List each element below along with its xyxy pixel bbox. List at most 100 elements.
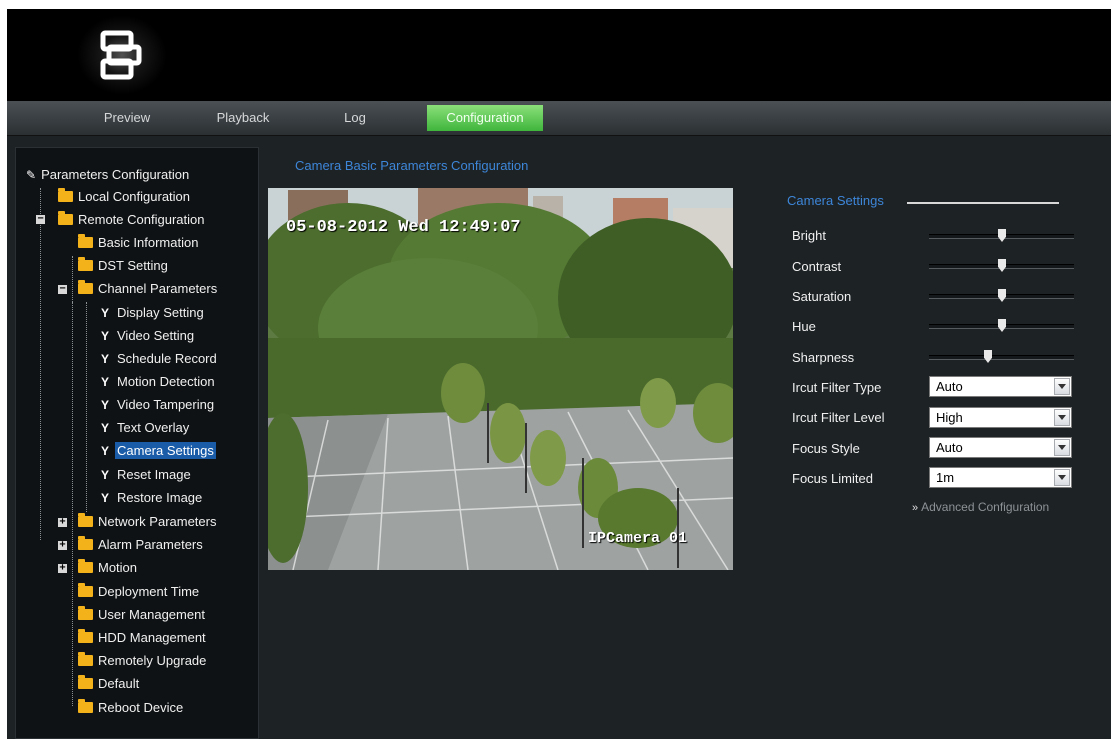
sharpness-slider[interactable] xyxy=(929,350,1074,363)
tab-preview[interactable]: Preview xyxy=(87,105,167,131)
sidebar-item-reset-image[interactable]: Y Reset Image xyxy=(98,464,193,486)
tab-playback[interactable]: Playback xyxy=(203,105,283,131)
slider-thumb[interactable] xyxy=(998,319,1006,332)
chevron-down-icon[interactable] xyxy=(1054,439,1070,456)
slider-thumb[interactable] xyxy=(998,289,1006,302)
folder-icon xyxy=(78,257,93,271)
sidebar-item-basic-information[interactable]: Basic Information xyxy=(78,232,200,254)
folder-icon xyxy=(78,536,93,550)
tuning-fork-icon: Y xyxy=(100,352,109,366)
tree-root[interactable]: ✎ Parameters Configuration xyxy=(26,164,191,186)
slider-thumb[interactable] xyxy=(984,350,992,363)
folder-icon xyxy=(78,559,93,573)
sidebar-item-user-management[interactable]: User Management xyxy=(78,604,207,626)
main-nav: Preview Playback Log Configuration xyxy=(7,101,1111,136)
sidebar-item-restore-image[interactable]: Y Restore Image xyxy=(98,487,204,509)
sidebar-item-deployment-time[interactable]: Deployment Time xyxy=(78,581,201,603)
focus-limited-label: Focus Limited xyxy=(792,471,873,486)
sidebar-item-motion-detection[interactable]: Y Motion Detection xyxy=(98,371,217,393)
folder-icon xyxy=(78,675,93,689)
settings-divider xyxy=(907,202,1059,204)
tree-connector xyxy=(72,302,73,706)
tree-connector xyxy=(86,302,87,512)
sidebar-item-alarm-parameters[interactable]: Alarm Parameters xyxy=(78,534,205,556)
header-bar xyxy=(7,9,1111,101)
camera-feed-image xyxy=(268,188,733,570)
sidebar-item-local-configuration[interactable]: Local Configuration xyxy=(58,186,192,208)
hue-slider[interactable] xyxy=(929,319,1074,332)
chevron-down-icon[interactable] xyxy=(1054,409,1070,426)
app-frame: Preview Playback Log Configuration ✎ Para… xyxy=(7,9,1111,739)
hue-label: Hue xyxy=(792,319,816,334)
chevron-down-icon[interactable] xyxy=(1054,378,1070,395)
sidebar-item-video-tampering[interactable]: Y Video Tampering xyxy=(98,394,216,416)
folder-icon xyxy=(58,211,73,225)
live-video-preview[interactable]: 05-08-2012 Wed 12:49:07 IPCamera 01 xyxy=(268,188,733,570)
sidebar-item-default[interactable]: Default xyxy=(78,673,141,695)
folder-icon xyxy=(78,606,93,620)
sidebar-item-reboot-device[interactable]: Reboot Device xyxy=(78,697,185,719)
tab-configuration[interactable]: Configuration xyxy=(427,105,543,131)
logo-icon xyxy=(100,30,142,80)
expand-icon[interactable]: + xyxy=(58,517,67,527)
folder-icon xyxy=(78,652,93,666)
sidebar-item-schedule-record[interactable]: Y Schedule Record xyxy=(98,348,219,370)
focus-limited-select[interactable]: 1m xyxy=(929,467,1072,488)
video-timestamp-overlay: 05-08-2012 Wed 12:49:07 xyxy=(286,218,521,237)
tree-connector xyxy=(72,256,73,302)
ircut-filter-level-select[interactable]: High xyxy=(929,407,1072,428)
folder-icon xyxy=(78,629,93,643)
focus-style-select[interactable]: Auto xyxy=(929,437,1072,458)
sidebar-item-camera-settings[interactable]: Y Camera Settings xyxy=(98,440,216,462)
advanced-configuration-link[interactable]: » Advanced Configuration xyxy=(912,500,1049,514)
collapse-icon[interactable]: − xyxy=(36,214,45,224)
page-title: Camera Basic Parameters Configuration xyxy=(295,158,529,173)
sidebar-item-motion[interactable]: Motion xyxy=(78,557,139,579)
saturation-slider[interactable] xyxy=(929,289,1074,302)
contrast-label: Contrast xyxy=(792,259,842,274)
sidebar-item-video-setting[interactable]: Y Video Setting xyxy=(98,325,196,347)
sidebar-item-remote-configuration[interactable]: Remote Configuration xyxy=(58,209,206,231)
collapse-icon[interactable]: − xyxy=(58,284,67,294)
parameters-config-icon: ✎ xyxy=(26,168,37,182)
saturation-label: Saturation xyxy=(792,289,852,304)
tuning-fork-icon: Y xyxy=(100,491,109,505)
bright-label: Bright xyxy=(792,228,826,243)
tuning-fork-icon: Y xyxy=(100,306,109,320)
contrast-slider[interactable] xyxy=(929,259,1074,272)
config-tree-sidebar: ✎ Parameters Configuration Local Configur… xyxy=(15,147,259,739)
folder-icon xyxy=(78,699,93,713)
ircut-filter-type-select[interactable]: Auto xyxy=(929,376,1072,397)
ircut-filter-level-label: Ircut Filter Level xyxy=(792,410,885,425)
slider-thumb[interactable] xyxy=(998,229,1006,242)
tree-connector xyxy=(40,188,41,540)
sidebar-item-remotely-upgrade[interactable]: Remotely Upgrade xyxy=(78,650,208,672)
focus-style-label: Focus Style xyxy=(792,441,860,456)
tab-log[interactable]: Log xyxy=(315,105,395,131)
bright-slider[interactable] xyxy=(929,229,1074,242)
tuning-fork-icon: Y xyxy=(100,375,109,389)
folder-icon xyxy=(78,280,93,294)
sidebar-item-dst-setting[interactable]: DST Setting xyxy=(78,255,170,277)
ircut-filter-type-label: Ircut Filter Type xyxy=(792,380,882,395)
tuning-fork-icon: Y xyxy=(100,421,109,435)
folder-icon xyxy=(78,583,93,597)
sidebar-item-display-setting[interactable]: Y Display Setting xyxy=(98,302,206,324)
tuning-fork-icon: Y xyxy=(100,398,109,412)
tuning-fork-icon: Y xyxy=(100,444,109,458)
sidebar-item-channel-parameters[interactable]: Channel Parameters xyxy=(78,278,219,300)
double-chevron-right-icon: » xyxy=(912,502,919,514)
sidebar-item-text-overlay[interactable]: Y Text Overlay xyxy=(98,417,191,439)
slider-thumb[interactable] xyxy=(998,259,1006,272)
chevron-down-icon[interactable] xyxy=(1054,469,1070,486)
settings-heading: Camera Settings xyxy=(787,193,884,208)
expand-icon[interactable]: + xyxy=(58,563,67,573)
video-camera-name-overlay: IPCamera 01 xyxy=(588,530,688,547)
folder-icon xyxy=(78,234,93,248)
expand-icon[interactable]: + xyxy=(58,540,67,550)
folder-icon xyxy=(78,513,93,527)
tuning-fork-icon: Y xyxy=(100,468,109,482)
sidebar-item-hdd-management[interactable]: HDD Management xyxy=(78,627,208,649)
sharpness-label: Sharpness xyxy=(792,350,855,365)
sidebar-item-network-parameters[interactable]: Network Parameters xyxy=(78,511,218,533)
